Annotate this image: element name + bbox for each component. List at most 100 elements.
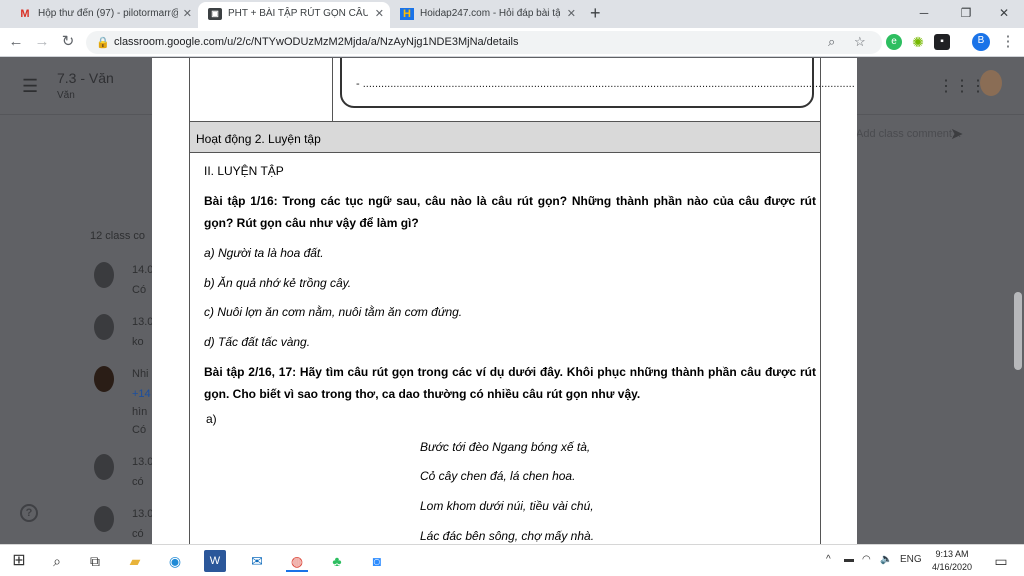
minimize-button[interactable]: ─ (904, 0, 944, 26)
comment-item: Nhi +14 hìn Có (90, 366, 160, 440)
volume-icon[interactable]: 🔈 (880, 554, 892, 565)
menu-icon[interactable]: ⋮ (998, 32, 1018, 52)
comment-date: 13.0 (132, 316, 154, 328)
table-cell-previous: - ......................................… (189, 58, 855, 122)
poem-line: Lác đác bên sông, chợ mấy nhà. (420, 529, 595, 543)
task-view-icon[interactable]: ⧉ (84, 550, 106, 572)
close-icon[interactable]: ✕ (567, 2, 576, 26)
lock-icon: 🔒 (96, 37, 110, 49)
class-comments-label[interactable]: 12 class co (90, 230, 145, 242)
edge-icon[interactable]: ◉ (164, 550, 186, 572)
search-icon[interactable]: ⌕ (46, 550, 68, 572)
comment-item: 13.0 ko (90, 314, 160, 362)
windows-taskbar: ⊞ ⌕ ⧉ ▰ ◉ W ✉ ◍ ♣ ◙ ^ ▬ ◠ 🔈 ENG 9:13 AM … (0, 544, 1024, 576)
mail-icon[interactable]: ✉ (246, 550, 268, 572)
sun-extension-icon[interactable]: ✺ (910, 34, 926, 50)
add-class-comment-input[interactable]: Add class comment... (856, 128, 961, 140)
browser-toolbar: ← → ↻ 🔒 classroom.google.com/u/2/c/NTYwO… (0, 28, 1024, 57)
back-icon[interactable]: ← (6, 32, 26, 52)
tab-label: Hoidap247.com - Hỏi đáp bài tập (420, 8, 560, 19)
avatar (94, 314, 114, 340)
zoom-app-icon[interactable]: ◙ (366, 550, 388, 572)
exercise-1-question: Bài tập 1/16: Trong các tục ngữ sau, câu… (204, 194, 816, 230)
scrollbar[interactable] (1014, 292, 1022, 370)
classroom-page: ☰ 7.3 - Văn Văn ⋮⋮⋮ Add class comment...… (0, 58, 1024, 544)
answer-box: - ......................................… (340, 58, 855, 108)
avatar (94, 506, 114, 532)
poem-line: Cỏ cây chen đá, lá chen hoa. (420, 469, 576, 483)
comment-text: Có (132, 284, 147, 296)
close-icon[interactable]: ✕ (375, 2, 384, 26)
maximize-button[interactable]: ❐ (946, 0, 986, 26)
exercise-2-question: Bài tập 2/16, 17: Hãy tìm câu rút gọn tr… (204, 365, 816, 401)
comment-text: Có (132, 424, 147, 436)
browser-tab-bar: M Hộp thư đến (97) - pilotormarr@ ✕ ▣ PH… (0, 0, 1024, 28)
hoidap-icon: H (400, 8, 414, 20)
class-title[interactable]: 7.3 - Văn (57, 70, 114, 86)
exercise-1-item: d) Tấc đất tấc vàng. (204, 335, 311, 349)
file-explorer-icon[interactable]: ▰ (124, 550, 146, 572)
evernote-icon[interactable]: ♣ (326, 550, 348, 572)
extension-icon[interactable]: ▪ (934, 34, 950, 50)
avatar[interactable] (980, 70, 1002, 96)
document-viewer[interactable]: - ......................................… (152, 58, 857, 544)
dotted-line: - ......................................… (356, 78, 855, 90)
close-window-button[interactable]: ✕ (984, 0, 1024, 26)
section-title: II. LUYỆN TẬP (204, 164, 284, 178)
windows-start-icon[interactable]: ⊞ (8, 550, 30, 572)
class-subtitle: Văn (57, 90, 75, 101)
exercise-1-item: a) Người ta là hoa đất. (204, 246, 324, 260)
address-bar[interactable]: 🔒 classroom.google.com/u/2/c/NTYwODUzMzM… (86, 31, 882, 54)
evernote-extension-icon[interactable]: e (886, 34, 902, 50)
new-tab-button[interactable]: + (590, 2, 601, 24)
wifi-icon[interactable]: ◠ (862, 554, 871, 565)
chevron-up-icon[interactable]: ^ (826, 554, 831, 565)
activity-heading: Hoạt động 2. Luyện tập (196, 132, 321, 146)
send-icon[interactable]: ➤ (950, 124, 963, 144)
battery-icon[interactable]: ▬ (844, 554, 854, 565)
comment-text: ko (132, 336, 144, 348)
comment-author: Nhi (132, 368, 149, 380)
hamburger-menu-icon[interactable]: ☰ (22, 76, 38, 97)
word-icon[interactable]: W (204, 550, 226, 572)
tab-classroom[interactable]: ▣ PHT + BÀI TẬP RÚT GỌN CÂU ✕ (198, 2, 390, 28)
avatar (94, 366, 114, 392)
tab-gmail[interactable]: M Hộp thư đến (97) - pilotormarr@ ✕ (8, 2, 198, 28)
clock-date: 4/16/2020 (931, 562, 973, 572)
clock-time: 9:13 AM (935, 549, 969, 559)
exercise-1-item: c) Nuôi lợn ăn cơm nằm, nuôi tằm ăn cơm … (204, 305, 463, 319)
close-icon[interactable]: ✕ (183, 2, 192, 26)
comment-date: 14.0 (132, 264, 154, 276)
comment-text: hìn (132, 406, 148, 418)
notification-icon[interactable]: ▭ (990, 550, 1012, 572)
exercise-2-label: a) (206, 412, 217, 426)
avatar (94, 262, 114, 288)
table-divider (332, 58, 333, 122)
help-icon[interactable]: ? (20, 504, 38, 522)
classroom-icon: ▣ (208, 8, 222, 20)
reload-icon[interactable]: ↻ (58, 32, 78, 52)
system-clock[interactable]: 9:13 AM 4/16/2020 (920, 548, 984, 574)
comment-date: 13.0 (132, 508, 154, 520)
apps-grid-icon[interactable]: ⋮⋮⋮ (938, 76, 986, 96)
poem-line: Lom khom dưới núi, tiều vài chú, (420, 499, 594, 513)
gmail-icon: M (20, 8, 30, 20)
activity-heading-row: Hoạt động 2. Luyện tập (189, 121, 821, 153)
comment-date: 13.0 (132, 456, 154, 468)
chrome-icon[interactable]: ◍ (286, 550, 308, 572)
tab-label: Hộp thư đến (97) - pilotormarr@ (38, 8, 178, 19)
zoom-icon[interactable]: ⌕ (828, 34, 835, 50)
tab-hoidap[interactable]: H Hoidap247.com - Hỏi đáp bài tập ✕ (390, 2, 582, 28)
comment-mention[interactable]: +14 (132, 388, 151, 400)
comment-item: 13.0 có (90, 454, 160, 502)
tab-label: PHT + BÀI TẬP RÚT GỌN CÂU (228, 8, 368, 19)
poem-line: Bước tới đèo Ngang bóng xế tà, (420, 440, 591, 454)
comment-text: có (132, 476, 144, 488)
bookmark-star-icon[interactable]: ☆ (854, 34, 866, 50)
forward-icon[interactable]: → (32, 32, 52, 52)
language-indicator[interactable]: ENG (900, 554, 922, 565)
comment-item: 14.0 Có (90, 262, 160, 310)
avatar (94, 454, 114, 480)
url-text[interactable]: classroom.google.com/u/2/c/NTYwODUzMzM2M… (114, 31, 518, 54)
profile-avatar[interactable]: B (972, 33, 990, 51)
